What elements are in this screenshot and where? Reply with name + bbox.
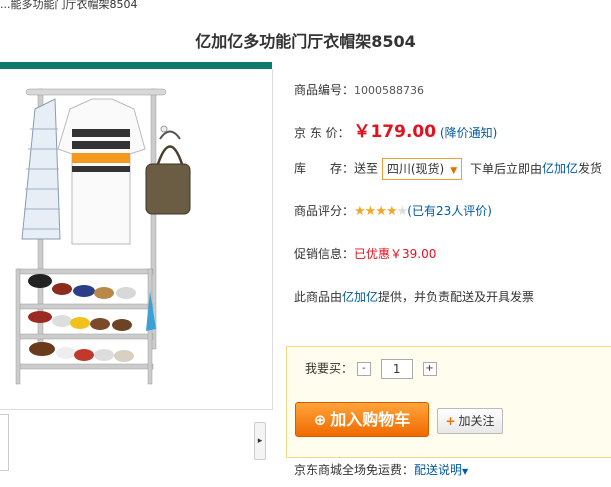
quantity-plus-button[interactable]: + bbox=[422, 362, 437, 376]
region-value: 四川(现货) bbox=[386, 162, 445, 176]
add-to-cart-button[interactable]: ⊕ 加入购物车 bbox=[295, 402, 429, 437]
provider-prefix: 此商品由 bbox=[294, 290, 343, 304]
price-row: 京 东 价： ￥179.00 (降价通知) bbox=[294, 117, 497, 142]
stock-label: 库 存： bbox=[294, 161, 355, 176]
empty-star-icon: ★ bbox=[396, 204, 409, 219]
plus-icon: + bbox=[445, 414, 456, 428]
provider-suffix: 提供，并负责配送及开具发票 bbox=[378, 290, 535, 304]
promo-value: 已优惠￥39.00 bbox=[354, 247, 437, 261]
thumbnail-next-button[interactable]: ▸ bbox=[254, 422, 266, 460]
price-value: ￥179.00 bbox=[353, 122, 437, 142]
chevron-down-icon: ▼ bbox=[450, 166, 458, 176]
shipping-row: 京东商城全场免运费：配送说明▼ bbox=[294, 461, 468, 478]
price-notice-link[interactable]: (降价通知) bbox=[440, 126, 497, 140]
chevron-right-icon: ▸ bbox=[257, 436, 263, 446]
sku-label: 商品编号： bbox=[294, 83, 355, 97]
image-header-bar bbox=[0, 62, 272, 69]
thumbnail-item[interactable] bbox=[0, 414, 9, 471]
chevron-down-icon: ▼ bbox=[462, 467, 469, 476]
ship-text-suffix: 发货 bbox=[578, 161, 603, 176]
coat-rack-illustration bbox=[15, 88, 191, 385]
promo-label: 促销信息： bbox=[294, 247, 355, 261]
ship-text-prefix: 下单后立即由 bbox=[469, 161, 542, 176]
promo-row: 促销信息：已优惠￥39.00 bbox=[294, 245, 436, 262]
ship-seller-link[interactable]: 亿加亿 bbox=[542, 162, 578, 176]
buy-box: 我要买： - 1 + ⊕ 加入购物车 + 加关注 bbox=[286, 346, 611, 458]
quantity-label: 我要买： bbox=[305, 361, 354, 376]
sku-value: 1000588736 bbox=[354, 84, 425, 97]
rating-count-link[interactable]: (已有23人评价) bbox=[407, 204, 492, 218]
quantity-input[interactable]: 1 bbox=[380, 359, 413, 379]
stock-row: 库 存：送至 四川(现货) ▼ 下单后立即由亿加亿发货 bbox=[294, 158, 602, 180]
thumbnail-strip: ▸ bbox=[0, 414, 272, 474]
add-to-cart-label: 加入购物车 bbox=[330, 410, 411, 429]
quantity-row: 我要买： - 1 + bbox=[305, 359, 437, 379]
shipping-info-label: 配送说明 bbox=[414, 463, 463, 477]
provider-link[interactable]: 亿加亿 bbox=[342, 290, 378, 304]
rating-row: 商品评分：★★★★★(已有23人评价) bbox=[294, 202, 492, 219]
product-title: 亿加亿多功能门厅衣帽架8504 bbox=[195, 32, 416, 51]
rating-label: 商品评分： bbox=[294, 204, 355, 218]
quantity-minus-button[interactable]: - bbox=[356, 362, 371, 376]
breadcrumb[interactable]: ...能多功能门厅衣帽架8504 bbox=[0, 0, 137, 12]
price-label: 京 东 价： bbox=[294, 126, 350, 140]
product-image[interactable] bbox=[0, 69, 273, 410]
provider-row: 此商品由亿加亿提供，并负责配送及开具发票 bbox=[294, 288, 534, 305]
sku-row: 商品编号：1000588736 bbox=[294, 81, 424, 98]
ship-to-label: 送至 bbox=[354, 161, 379, 176]
cart-icon: ⊕ bbox=[313, 411, 327, 429]
region-select[interactable]: 四川(现货) ▼ bbox=[381, 158, 463, 180]
follow-button[interactable]: + 加关注 bbox=[437, 408, 503, 434]
shipping-label: 京东商城全场免运费： bbox=[294, 463, 415, 477]
star-rating-icon: ★★★★ bbox=[354, 204, 398, 219]
follow-label: 加关注 bbox=[458, 414, 495, 428]
shipping-info-link[interactable]: 配送说明▼ bbox=[414, 463, 468, 477]
